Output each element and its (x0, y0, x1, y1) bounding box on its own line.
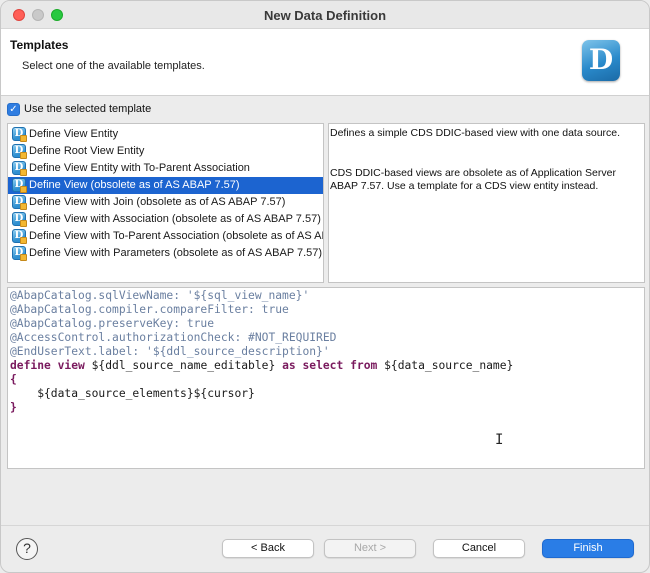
ddl-template-icon: D (12, 127, 27, 142)
code-line: @EndUserText.label: '${ddl_source_descri… (10, 345, 330, 358)
template-description: Defines a simple CDS DDIC-based view wit… (328, 123, 645, 283)
ddl-template-icon: D (12, 246, 27, 261)
template-label: Define Root View Entity (29, 145, 145, 157)
template-label: Define View with Parameters (obsolete as… (29, 247, 323, 259)
help-button[interactable]: ? (16, 538, 38, 560)
variable-name: ${ddl_source_name_editable} (84, 359, 283, 372)
window-title: New Data Definition (263, 8, 387, 23)
wizard-header: Templates Select one of the available te… (1, 29, 649, 96)
code-line: @AbapCatalog.preserveKey: true (10, 317, 215, 330)
template-label: Define View Entity with To-Parent Associ… (29, 162, 250, 174)
ddl-template-icon: D (12, 178, 27, 193)
footer-divider (1, 525, 649, 526)
data-definition-logo-icon: D (582, 40, 620, 81)
code-line: ${data_source_elements}${cursor} (10, 387, 255, 400)
page-title: Templates (10, 38, 69, 52)
template-item[interactable]: D Define View with Join (obsolete as of … (8, 194, 323, 211)
ddl-template-icon: D (12, 144, 27, 159)
template-item[interactable]: D Define View with Association (obsolete… (8, 211, 323, 228)
ddl-template-icon: D (12, 161, 27, 176)
ddl-template-icon: D (12, 212, 27, 227)
template-label: Define View with Association (obsolete a… (29, 213, 321, 225)
keyword-define-view: define view (10, 359, 85, 372)
title-bar[interactable]: New Data Definition (1, 1, 649, 29)
description-paragraph: CDS DDIC-based views are obsolete as of … (330, 167, 616, 192)
template-item[interactable]: D Define Root View Entity (8, 143, 323, 160)
code-line: } (10, 401, 17, 414)
code-line: @AccessControl.authorizationCheck: #NOT_… (10, 331, 337, 344)
code-line-define: define view ${ddl_source_name_editable} … (10, 359, 513, 373)
code-line: { (10, 373, 17, 386)
template-item[interactable]: D Define View Entity with To-Parent Asso… (8, 160, 323, 177)
template-item[interactable]: D Define View with To-Parent Association… (8, 228, 323, 245)
template-label: Define View with Join (obsolete as of AS… (29, 196, 286, 208)
template-label: Define View Entity (29, 128, 119, 140)
template-item[interactable]: D Define View with Parameters (obsolete … (8, 245, 323, 262)
use-template-checkbox[interactable]: ✓ (7, 103, 20, 116)
template-label: Define View with To-Parent Association (… (29, 230, 323, 242)
new-data-definition-dialog: New Data Definition Templates Select one… (0, 0, 650, 573)
page-description: Select one of the available templates. (22, 60, 205, 72)
variable-source: ${data_source_name} (377, 359, 514, 372)
template-item[interactable]: D Define View Entity (8, 126, 323, 143)
text-cursor-icon: I (495, 432, 504, 448)
cancel-button[interactable]: Cancel (433, 539, 525, 558)
use-template-label: Use the selected template (24, 103, 152, 115)
back-button[interactable]: < Back (222, 539, 314, 558)
ddl-template-icon: D (12, 229, 27, 244)
finish-button[interactable]: Finish (542, 539, 634, 558)
next-button[interactable]: Next > (324, 539, 416, 558)
ddl-template-icon: D (12, 195, 27, 210)
keyword-as-select-from: as select from (282, 359, 378, 372)
code-line: @AbapCatalog.compiler.compareFilter: tru… (10, 303, 289, 316)
template-label: Define View (obsolete as of AS ABAP 7.57… (29, 179, 240, 191)
description-paragraph: Defines a simple CDS DDIC-based view wit… (330, 127, 621, 139)
code-line: @AbapCatalog.sqlViewName: '${sql_view_na… (10, 289, 310, 302)
template-preview-editor[interactable]: @AbapCatalog.sqlViewName: '${sql_view_na… (7, 287, 645, 469)
template-list[interactable]: D Define View Entity D Define Root View … (7, 123, 324, 283)
template-item-selected[interactable]: D Define View (obsolete as of AS ABAP 7.… (8, 177, 323, 194)
